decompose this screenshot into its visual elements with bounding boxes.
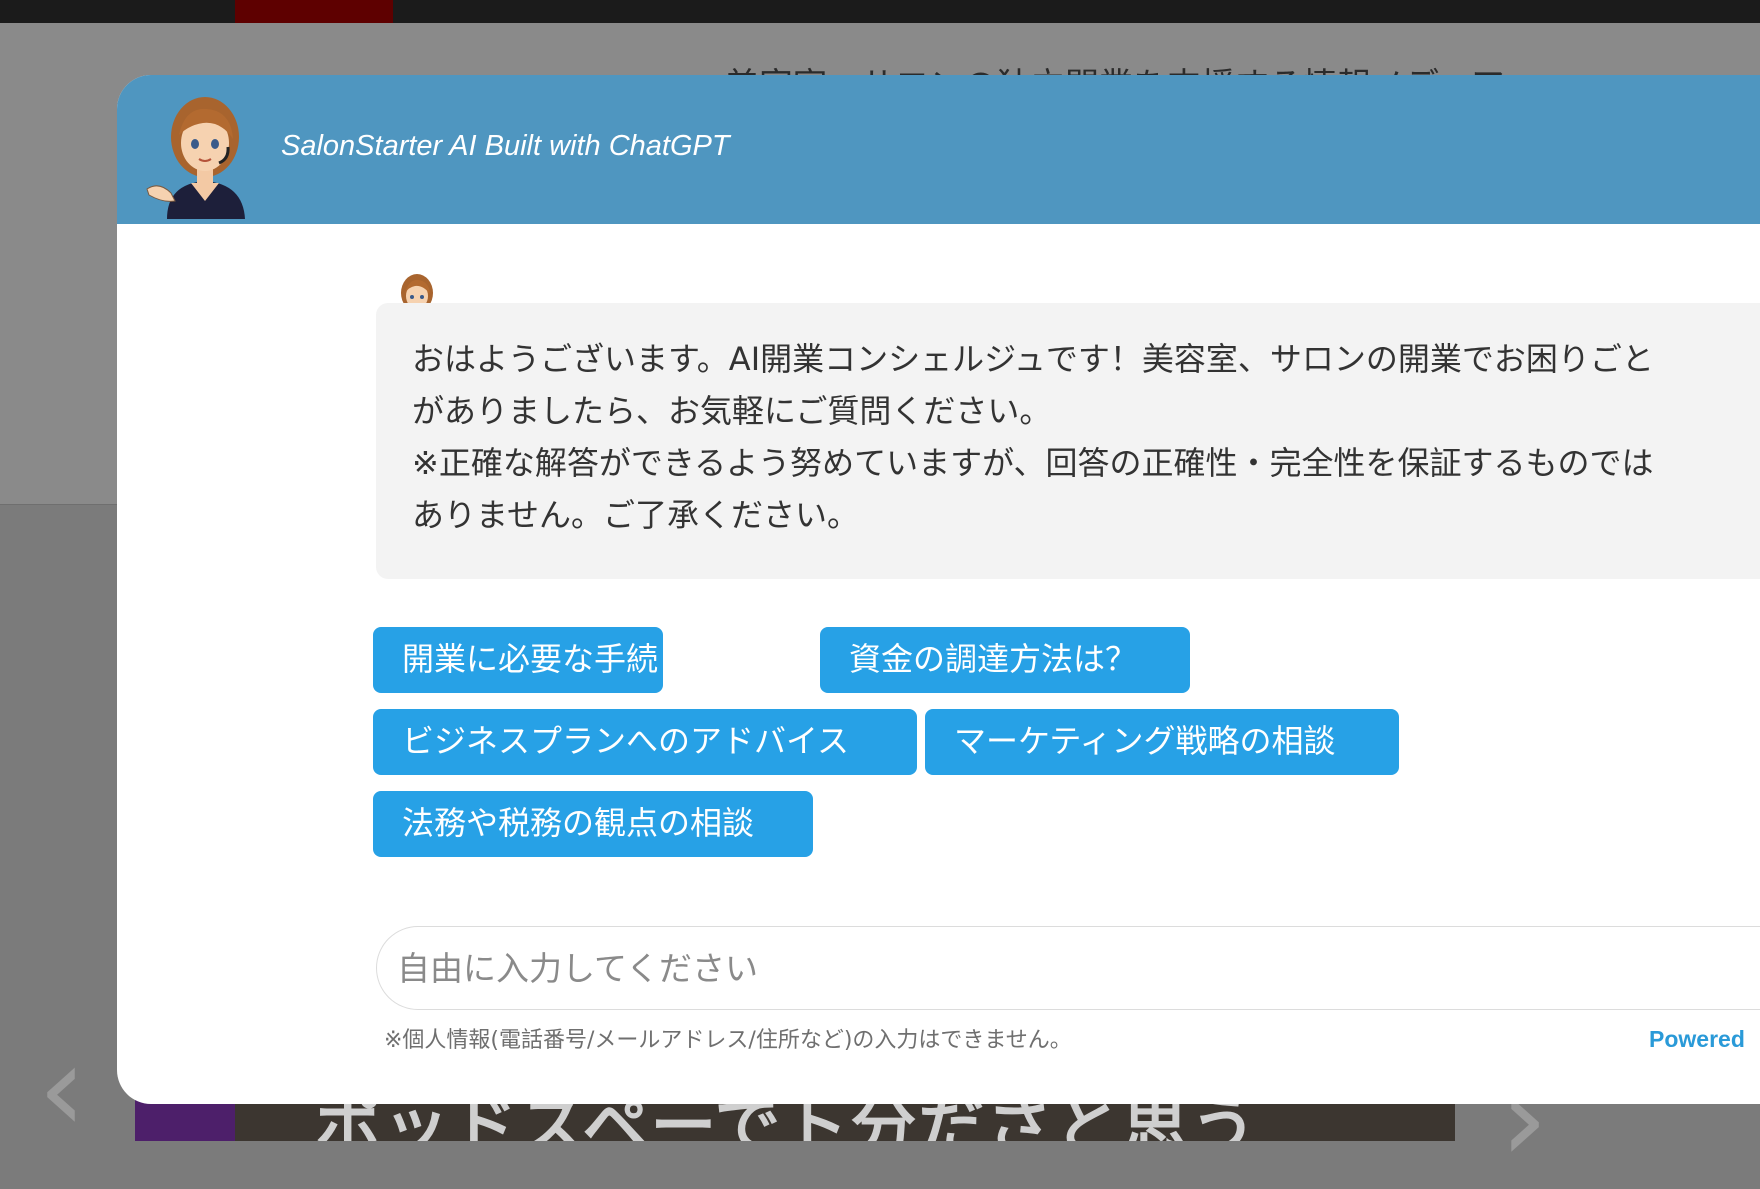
- message-line: がありましたら、お気軽にご質問ください。: [412, 392, 1052, 430]
- privacy-note: ※個人情報(電話番号/メールアドレス/住所など)の入力はできません。: [384, 1028, 1072, 1053]
- message-line: おはようございます。AI開業コンシェルジュです！美容室、サロンの開業でお困りごと: [412, 340, 1654, 378]
- suggestion-button-legal-tax[interactable]: 法務や税務の観点の相談: [373, 791, 813, 857]
- message-line: ありません。ご了承ください。: [412, 496, 860, 534]
- powered-by-link[interactable]: Powered: [1649, 1026, 1745, 1053]
- site-top-bar-accent: [235, 0, 393, 23]
- suggestion-button-funding[interactable]: 資金の調達方法は？: [820, 627, 1190, 693]
- chat-header: SalonStarter AI Built with ChatGPT: [117, 75, 1760, 224]
- suggestion-button-marketing[interactable]: マーケティング戦略の相談: [925, 709, 1399, 775]
- assistant-message: おはようございます。AI開業コンシェルジュです！美容室、サロンの開業でお困りごと…: [376, 303, 1760, 579]
- carousel-prev-icon[interactable]: ‹: [38, 1030, 86, 1150]
- suggestion-button-procedures[interactable]: 開業に必要な手続きは？: [373, 627, 754, 693]
- chat-widget: SalonStarter AI Built with ChatGPT おはようご…: [117, 75, 1760, 1104]
- chat-message-input[interactable]: [376, 926, 1760, 1010]
- assistant-avatar-icon: [146, 97, 245, 219]
- assistant-message-text: おはようございます。AI開業コンシェルジュです！美容室、サロンの開業でお困りごと…: [412, 333, 1760, 541]
- message-line: ※正確な解答ができるよう努めていますが、回答の正確性・完全性を保証するものでは: [412, 444, 1654, 482]
- chat-title: SalonStarter AI Built with ChatGPT: [281, 130, 730, 162]
- suggestion-button-business-plan[interactable]: ビジネスプランへのアドバイス: [373, 709, 917, 775]
